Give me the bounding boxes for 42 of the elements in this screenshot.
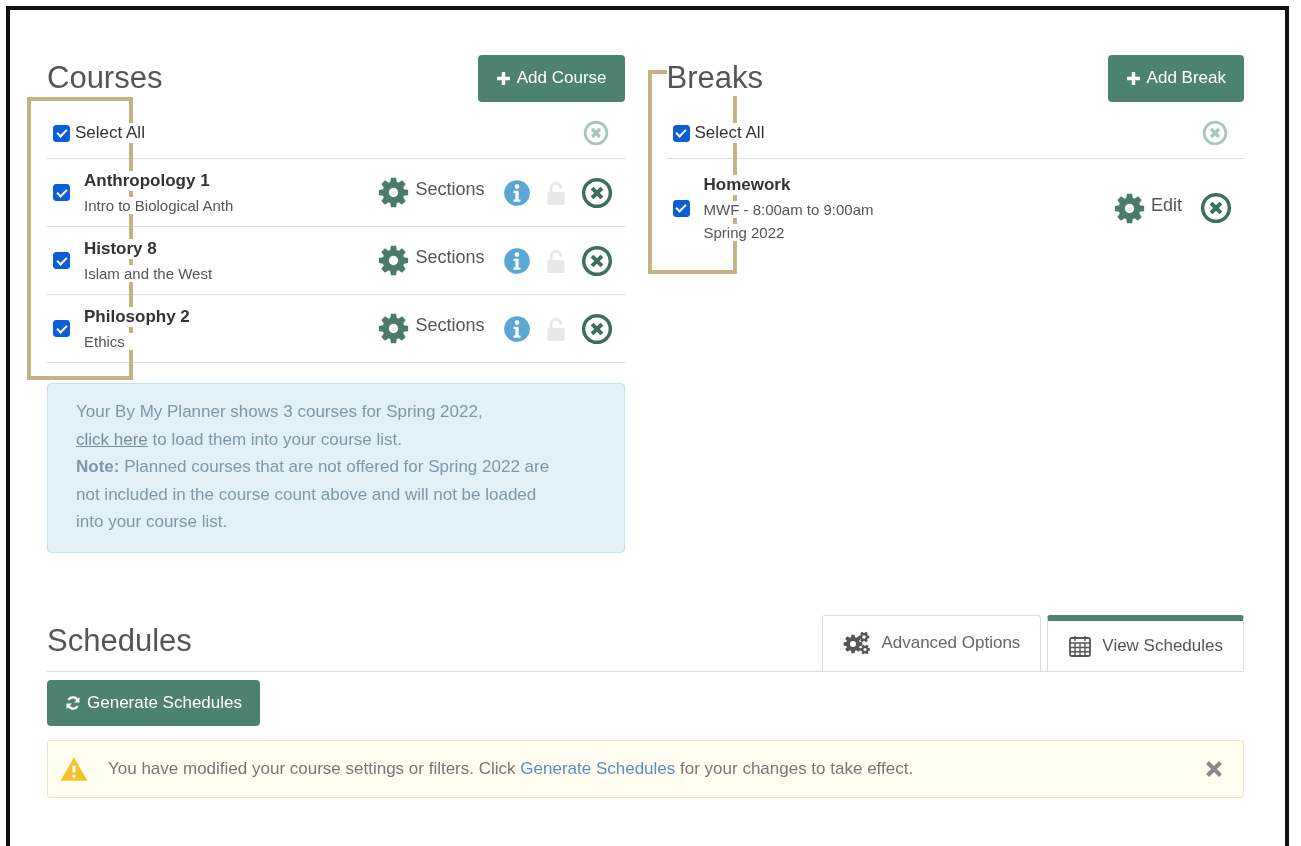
checkbox[interactable] [53,184,70,201]
select-all-label: Select All [75,123,145,143]
gear-icon [378,177,410,208]
break-time: MWF - 8:00am to 9:00am [703,201,874,218]
sections-link[interactable]: Sections [415,315,485,336]
warning-icon [60,755,88,782]
gear-icon [378,245,410,276]
remove-icon[interactable] [580,312,613,345]
generate-schedules-button[interactable]: Generate Schedules [47,679,260,726]
course-subtitle: Intro to Biological Anth [84,197,234,214]
checkbox[interactable] [672,124,690,142]
notice-text: Your By My Planner shows 3 courses for Spring 2022, click here to load them into your course list. Note: Planned courses that are not offered for Spring 2022 are not included in the course count above and will not be loaded into your course list. [76,401,551,533]
checkbox[interactable] [53,124,70,142]
add-course-button[interactable]: Add Course [477,54,625,102]
remove-icon[interactable] [580,176,613,209]
calendar-icon [1068,633,1093,658]
sections-link[interactable]: Sections [415,247,485,268]
select-all-label: Select All [694,123,765,143]
info-icon[interactable] [502,246,531,275]
add-break-button[interactable]: Add Break [1107,54,1244,102]
checkbox[interactable] [53,320,70,337]
gear-icon [378,313,410,344]
edit-link[interactable]: Edit [1150,194,1182,216]
remove-icon[interactable] [580,244,613,277]
plus-icon [495,70,511,86]
generate-schedules-link[interactable]: Generate Schedules [520,758,676,778]
info-icon[interactable] [502,314,531,343]
checkbox[interactable] [53,252,70,269]
gears-icon [843,631,872,655]
tab[interactable]: Advanced Options [822,614,1042,671]
gear-icon [1113,192,1145,224]
checkbox[interactable] [672,199,690,217]
refresh-icon [65,694,81,711]
sections-link[interactable]: Sections [415,179,485,200]
course-subtitle: Islam and the West [84,265,213,282]
remove-icon[interactable] [1200,192,1232,224]
tab[interactable]: View Schedules [1047,614,1244,671]
close-icon[interactable] [1205,759,1223,778]
alert-text: You have modified your course settings or filters. Click Generate Schedules for your changes to take effect. [108,758,914,779]
course-name: Philosophy 2 [84,307,190,327]
info-icon[interactable] [502,178,531,207]
plus-icon [1125,70,1141,86]
